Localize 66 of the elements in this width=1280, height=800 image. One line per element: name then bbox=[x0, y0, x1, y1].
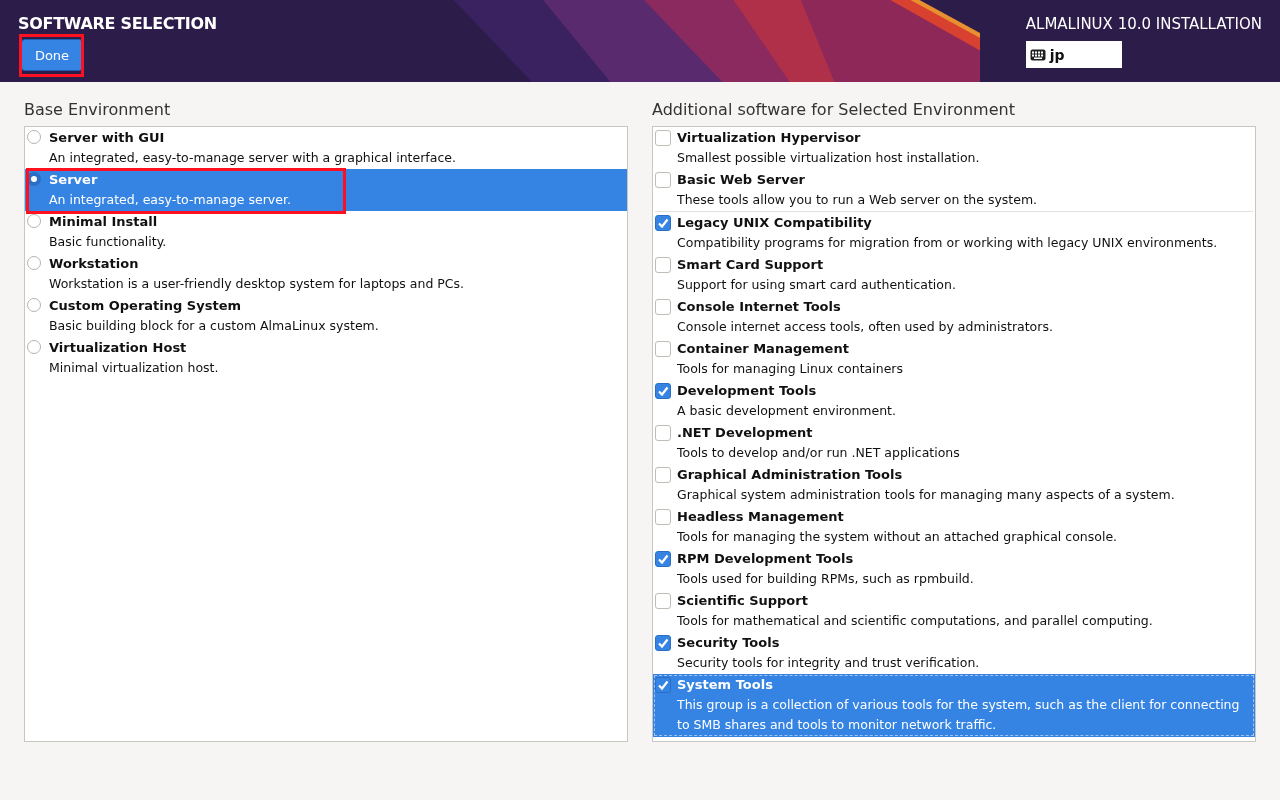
addon-option[interactable]: Smart Card Support Support for using smart card authentication. bbox=[653, 254, 1255, 296]
option-description: Tools to develop and/or run .NET applications bbox=[677, 444, 961, 462]
option-name: Console Internet Tools bbox=[677, 298, 842, 316]
option-description: Graphical system administration tools for managing many aspects of a system. bbox=[677, 486, 1176, 504]
option-description: Minimal virtualization host. bbox=[49, 359, 220, 377]
environment-option[interactable]: Virtualization Host Minimal virtualization host. bbox=[25, 337, 627, 379]
option-name: Custom Operating System bbox=[49, 297, 243, 315]
option-description: These tools allow you to run a Web server on the system. bbox=[677, 191, 1039, 209]
option-description: Tools for mathematical and scientific computations, and parallel computing. bbox=[677, 612, 1154, 630]
option-description: Tools for managing Linux containers bbox=[677, 360, 904, 378]
option-name: Smart Card Support bbox=[677, 256, 825, 274]
option-name: Virtualization Hypervisor bbox=[677, 129, 862, 147]
option-name: Scientific Support bbox=[677, 592, 809, 610]
environment-option[interactable]: Server An integrated, easy-to-manage server. bbox=[25, 169, 627, 211]
product-title: ALMALINUX 10.0 INSTALLATION bbox=[1025, 15, 1262, 33]
option-description: Workstation is a user-friendly desktop system for laptops and PCs. bbox=[49, 275, 466, 293]
environment-option[interactable]: Workstation Workstation is a user-friendly desktop system for laptops and PCs. bbox=[25, 253, 627, 295]
option-name: .NET Development bbox=[677, 424, 814, 442]
option-name: Server bbox=[49, 171, 99, 189]
environment-option[interactable]: Server with GUI An integrated, easy-to-manage server with a graphical interface. bbox=[25, 127, 627, 169]
option-description: Security tools for integrity and trust verification. bbox=[677, 654, 981, 672]
option-name: RPM Development Tools bbox=[677, 550, 855, 568]
option-description: Support for using smart card authentication. bbox=[677, 276, 957, 294]
option-name: Security Tools bbox=[677, 634, 781, 652]
screen-title: SOFTWARE SELECTION bbox=[18, 14, 217, 33]
option-name: Server with GUI bbox=[49, 129, 166, 147]
option-name: Workstation bbox=[49, 255, 140, 273]
option-name: Basic Web Server bbox=[677, 171, 806, 189]
addon-option[interactable]: Scientific Support Tools for mathematical and scientific computations, and parallel computing. bbox=[653, 590, 1255, 632]
option-description: Compatibility programs for migration from or working with legacy UNIX environments. bbox=[677, 234, 1219, 252]
option-name: Minimal Install bbox=[49, 213, 159, 231]
addon-option[interactable]: Container Management Tools for managing Linux containers bbox=[653, 338, 1255, 380]
addon-option[interactable]: Headless Management Tools for managing the system without an attached graphical console. bbox=[653, 506, 1255, 548]
addon-option[interactable]: Basic Web Server These tools allow you to run a Web server on the system. bbox=[653, 169, 1255, 211]
option-description: Smallest possible virtualization host installation. bbox=[677, 149, 981, 167]
option-description: This group is a collection of various tools for the system, such as the client for connecting to SMB shares and tools to monitor network traffic. bbox=[677, 696, 1241, 734]
option-name: Virtualization Host bbox=[49, 339, 188, 357]
option-description: Tools for managing the system without an attached graphical console. bbox=[677, 528, 1119, 546]
keyboard-layout-indicator[interactable]: jp bbox=[1025, 41, 1122, 68]
section-heading: Additional software for Selected Environment bbox=[652, 100, 1016, 119]
addon-option[interactable]: Development Tools A basic development environment. bbox=[653, 380, 1255, 422]
addon-option[interactable]: .NET Development Tools to develop and/or run .NET applications bbox=[653, 422, 1255, 464]
option-name: Development Tools bbox=[677, 382, 818, 400]
option-description: An integrated, easy-to-manage server with a graphical interface. bbox=[49, 149, 457, 167]
option-name: Container Management bbox=[677, 340, 850, 358]
environment-option[interactable]: Minimal Install Basic functionality. bbox=[25, 211, 627, 253]
option-description: An integrated, easy-to-manage server. bbox=[49, 191, 292, 209]
addon-option[interactable]: System Tools This group is a collection of various tools for the system, such as the client for connecting to SMB shares and tools to monitor network traffic. bbox=[653, 674, 1255, 737]
section-heading: Base Environment bbox=[24, 100, 172, 119]
option-name: System Tools bbox=[677, 676, 774, 694]
option-description: Basic functionality. bbox=[49, 233, 168, 251]
addon-option[interactable]: RPM Development Tools Tools used for building RPMs, such as rpmbuild. bbox=[653, 548, 1255, 590]
option-description: Basic building block for a custom AlmaLinux system. bbox=[49, 317, 380, 335]
option-description: Tools used for building RPMs, such as rpmbuild. bbox=[677, 570, 975, 588]
option-name: Headless Management bbox=[677, 508, 845, 526]
option-description: Console internet access tools, often used by administrators. bbox=[677, 318, 1054, 336]
addon-option[interactable]: Console Internet Tools Console internet access tools, often used by administrators. bbox=[653, 296, 1255, 338]
addon-option[interactable]: Graphical Administration Tools Graphical system administration tools for managing many aspects of a system. bbox=[653, 464, 1255, 506]
addon-option[interactable]: Security Tools Security tools for integrity and trust verification. bbox=[653, 632, 1255, 674]
option-name: Legacy UNIX Compatibility bbox=[677, 214, 873, 232]
addon-option[interactable]: Legacy UNIX Compatibility Compatibility programs for migration from or working with legacy UNIX environments. bbox=[653, 212, 1255, 254]
done-button[interactable]: Done bbox=[21, 39, 83, 71]
environment-option[interactable]: Custom Operating System Basic building block for a custom AlmaLinux system. bbox=[25, 295, 627, 337]
addon-option[interactable]: Virtualization Hypervisor Smallest possible virtualization host installation. bbox=[653, 127, 1255, 169]
option-name: Graphical Administration Tools bbox=[677, 466, 904, 484]
option-description: A basic development environment. bbox=[677, 402, 897, 420]
